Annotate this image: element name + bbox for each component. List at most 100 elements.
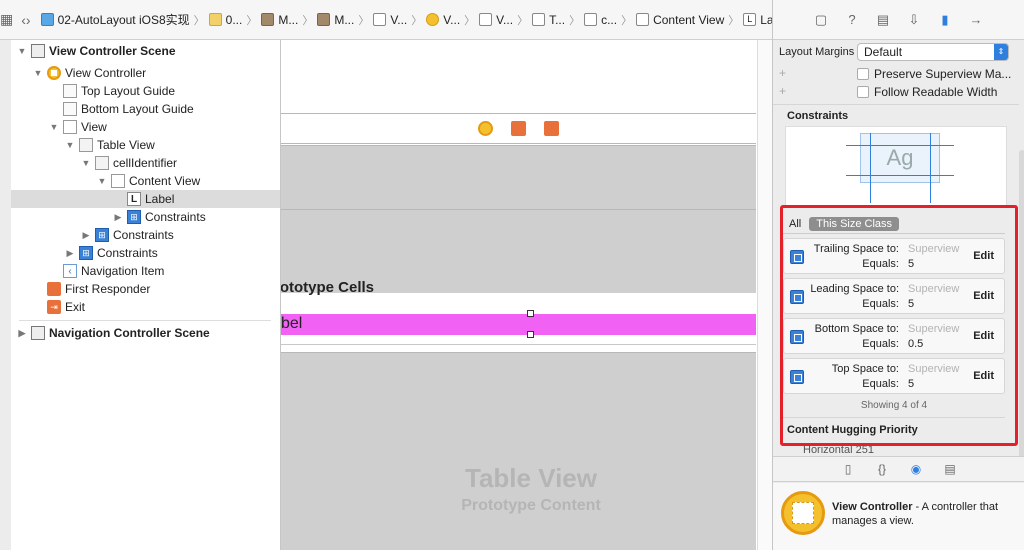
plus-icon[interactable]: + bbox=[779, 66, 786, 80]
breadcrumb-label: T... bbox=[549, 12, 566, 27]
exit-icon[interactable] bbox=[544, 121, 559, 136]
breadcrumb-item[interactable]: V... 〉 bbox=[371, 12, 424, 28]
constraint-name: Trailing Space to: bbox=[813, 243, 899, 255]
object-library-icon[interactable]: ◉ bbox=[909, 462, 923, 476]
breadcrumb-item[interactable]: V... 〉 bbox=[424, 12, 477, 28]
file-template-icon[interactable]: ▯ bbox=[841, 462, 855, 476]
disclosure-down-icon[interactable]: ▼ bbox=[65, 140, 75, 150]
canvas-scrollbar[interactable] bbox=[757, 40, 772, 550]
constraint-row[interactable]: Top Space to: Superview Equals: 5 Edit bbox=[783, 358, 1005, 394]
selected-label-view[interactable] bbox=[281, 314, 756, 335]
outline-item[interactable]: L Label bbox=[11, 190, 280, 208]
outline-item[interactable]: ▶ ⊞ Constraints bbox=[11, 244, 280, 262]
inspector-scrollbar[interactable] bbox=[1019, 150, 1024, 460]
outline-item-label: View bbox=[81, 120, 107, 134]
disclosure-right-icon[interactable]: ▶ bbox=[65, 248, 75, 259]
size-inspector-icon[interactable]: ▮ bbox=[937, 11, 954, 28]
outline-item-label: Bottom Layout Guide bbox=[81, 102, 194, 116]
edit-button[interactable]: Edit bbox=[973, 250, 994, 262]
resize-handle-bottom[interactable] bbox=[527, 331, 534, 338]
edit-button[interactable]: Edit bbox=[973, 330, 994, 342]
constraint-row[interactable]: Trailing Space to: Superview Equals: 5 Edit bbox=[783, 238, 1005, 274]
attributes-inspector-icon[interactable]: ⇩ bbox=[906, 11, 923, 28]
grid-icon[interactable]: ▦ bbox=[0, 9, 13, 31]
breadcrumb-label: V... bbox=[496, 12, 514, 27]
breadcrumb-item[interactable]: 02-AutoLayout iOS8实现〉 bbox=[39, 11, 207, 28]
edit-button[interactable]: Edit bbox=[973, 290, 994, 302]
storyboard-icon bbox=[317, 13, 331, 26]
breadcrumb-item[interactable]: V... 〉 bbox=[477, 12, 530, 28]
constraint-row[interactable]: Bottom Space to: Superview Equals: 0.5 Edit bbox=[783, 318, 1005, 354]
disclosure-down-icon[interactable]: ▼ bbox=[97, 176, 107, 186]
outline-item[interactable]: ▶ ⊞ Constraints bbox=[11, 208, 280, 226]
outline-item-label: Navigation Item bbox=[81, 264, 165, 278]
preserve-superview-checkbox[interactable] bbox=[857, 68, 869, 80]
disclosure-down-icon[interactable]: ▼ bbox=[81, 158, 91, 168]
outline-item[interactable]: ▼ cellIdentifier bbox=[11, 154, 280, 172]
chevron-right-icon: 〉 bbox=[246, 14, 258, 27]
outline-item[interactable]: ▼ View Controller bbox=[11, 64, 280, 82]
forward-arrow-icon[interactable]: › bbox=[26, 9, 31, 31]
first-responder-icon[interactable] bbox=[511, 121, 526, 136]
outline-item[interactable]: ▶ Navigation Controller Scene bbox=[11, 324, 280, 342]
view-controller-icon bbox=[426, 13, 440, 26]
cons-icon: ⊞ bbox=[79, 246, 93, 260]
outline-item[interactable]: Bottom Layout Guide bbox=[11, 100, 280, 118]
storyboard-canvas[interactable]: rototype Cells bel Table View Prototype … bbox=[281, 40, 772, 550]
help-icon[interactable]: ? bbox=[844, 11, 861, 28]
constraint-target: Superview bbox=[908, 363, 960, 375]
outline-item[interactable]: First Responder bbox=[11, 280, 280, 298]
outline-item[interactable]: ▼ Content View bbox=[11, 172, 280, 190]
library-item-view-controller[interactable]: View Controller - A controller that mana… bbox=[773, 483, 1024, 550]
breadcrumb-item[interactable]: M... 〉 bbox=[259, 12, 315, 28]
outline-item[interactable]: ▼ Table View bbox=[11, 136, 280, 154]
showing-count: Showing 4 of 4 bbox=[860, 400, 928, 411]
breadcrumb-item[interactable]: T... 〉 bbox=[530, 12, 582, 28]
disclosure-right-icon[interactable]: ▶ bbox=[17, 328, 27, 339]
constraint-row[interactable]: Leading Space to: Superview Equals: 5 Edit bbox=[783, 278, 1005, 314]
library-tabs: ▯ {} ◉ ▤ bbox=[773, 456, 1024, 482]
navigation-bar[interactable] bbox=[281, 40, 756, 114]
follow-readable-checkbox[interactable] bbox=[857, 86, 869, 98]
edit-button[interactable]: Edit bbox=[973, 370, 994, 382]
constraint-value: 0.5 bbox=[908, 338, 924, 350]
breadcrumb-item[interactable]: M... 〉 bbox=[315, 12, 371, 28]
filter-all[interactable]: All bbox=[789, 218, 801, 230]
resize-handle-top[interactable] bbox=[527, 310, 534, 317]
identity-inspector-icon[interactable]: ▤ bbox=[875, 11, 892, 28]
outline-item-label: Exit bbox=[65, 300, 86, 314]
chevron-right-icon: 〉 bbox=[464, 14, 476, 27]
disclosure-right-icon[interactable]: ▶ bbox=[113, 212, 123, 223]
library-item-title: View Controller bbox=[832, 501, 913, 513]
file-inspector-icon[interactable]: ▢ bbox=[813, 11, 830, 28]
breadcrumb-item[interactable]: 0... 〉 bbox=[207, 12, 260, 28]
plus-icon[interactable]: + bbox=[779, 84, 786, 98]
outline-item[interactable]: ▼ View Controller Scene bbox=[11, 42, 280, 60]
hugging-horizontal[interactable]: Horizontal 251 bbox=[803, 444, 874, 454]
breadcrumb-item[interactable]: LLabel bbox=[741, 13, 772, 27]
prototype-cells-title: rototype Cells bbox=[281, 279, 375, 296]
constraint-icon bbox=[790, 250, 804, 264]
outline-item[interactable]: ‹ Navigation Item bbox=[11, 262, 280, 280]
scene-icon bbox=[31, 326, 45, 340]
outline-item[interactable]: ▼ View bbox=[11, 118, 280, 136]
breadcrumb-item[interactable]: c... 〉 bbox=[582, 12, 634, 28]
disclosure-right-icon[interactable]: ▶ bbox=[81, 230, 91, 241]
disclosure-down-icon[interactable]: ▼ bbox=[49, 122, 59, 132]
media-library-icon[interactable]: ▤ bbox=[943, 462, 957, 476]
disclosure-down-icon[interactable]: ▼ bbox=[17, 46, 27, 56]
breadcrumb-item[interactable]: Content View 〉 bbox=[634, 12, 741, 28]
constraint-line bbox=[930, 133, 931, 203]
outline-item[interactable]: Top Layout Guide bbox=[11, 82, 280, 100]
table-content-area: Table View Prototype Content bbox=[281, 352, 756, 550]
connections-inspector-icon[interactable]: → bbox=[968, 11, 985, 28]
view-controller-icon[interactable] bbox=[478, 121, 493, 136]
outline-item[interactable]: ⇥ Exit bbox=[11, 298, 280, 316]
outline-item[interactable]: ▶ ⊞ Constraints bbox=[11, 226, 280, 244]
chevron-updown-icon: ⇕ bbox=[994, 44, 1008, 60]
layout-margins-select[interactable]: Default ⇕ bbox=[857, 43, 1009, 61]
code-snippet-icon[interactable]: {} bbox=[875, 462, 889, 476]
disclosure-down-icon[interactable]: ▼ bbox=[33, 68, 43, 78]
filter-this-size-class[interactable]: This Size Class bbox=[809, 216, 900, 231]
view-controller-icon bbox=[781, 491, 825, 535]
